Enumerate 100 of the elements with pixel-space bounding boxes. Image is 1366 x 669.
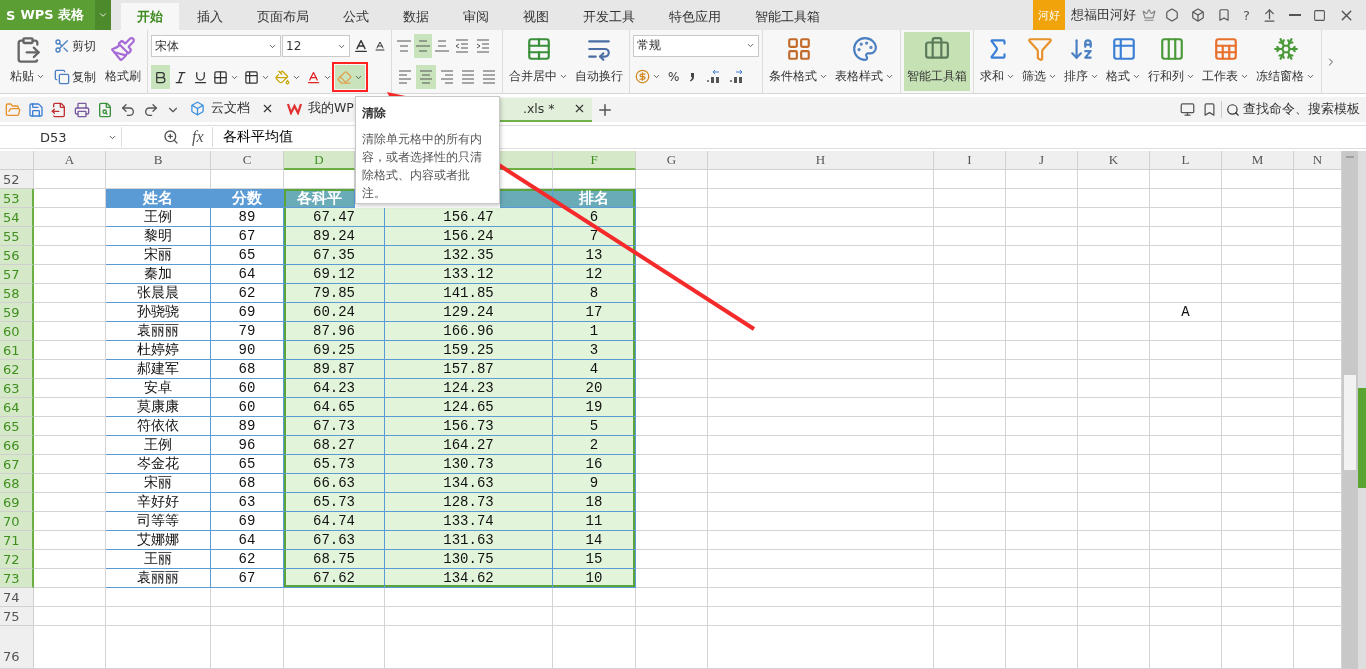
minimize-icon	[1289, 14, 1301, 16]
menu-tab[interactable]: 数据	[387, 3, 445, 30]
user-name[interactable]: 想福田河好	[1071, 6, 1137, 24]
font-size-field[interactable]: 12	[282, 35, 350, 57]
table-cell: 79.85	[284, 284, 385, 303]
name-box[interactable]: D53	[0, 127, 122, 147]
ribbon-button[interactable]: 排序	[1061, 32, 1102, 91]
number-format-field[interactable]: 常规	[633, 34, 759, 57]
menu-tab[interactable]: 开始	[121, 3, 179, 30]
menu-tab[interactable]: 公式	[327, 3, 385, 30]
folder-icon	[5, 101, 21, 118]
ribbon-button[interactable]: 筛选	[1019, 32, 1060, 91]
column-header[interactable]: B	[106, 151, 211, 170]
command-search[interactable]: 查找命令、搜索模板	[1221, 101, 1364, 118]
table-cell: 157.87	[385, 360, 553, 379]
ribbon-button[interactable]: 合并居中	[506, 32, 571, 91]
row-number[interactable]: 76	[0, 626, 34, 669]
column-header[interactable]: J	[1006, 151, 1078, 170]
ribbon-button[interactable]: 条件格式	[766, 32, 831, 91]
undo-icon	[120, 101, 136, 118]
column-header[interactable]: K	[1078, 151, 1150, 170]
caret-icon	[36, 72, 45, 81]
italic-icon	[173, 69, 188, 85]
row-number[interactable]: 52	[0, 170, 34, 189]
column-header[interactable]: N	[1294, 151, 1342, 170]
minimize-button[interactable]	[1286, 14, 1304, 16]
align-lines-icon	[481, 69, 497, 85]
cut-button[interactable]: 剪切	[52, 34, 98, 58]
column-header[interactable]: G	[636, 151, 708, 170]
menu-tab[interactable]: 开发工具	[567, 3, 651, 30]
sheet-icon	[1212, 36, 1239, 62]
document-tab[interactable]: 云文档	[184, 97, 280, 122]
row-number[interactable]: 74	[0, 588, 34, 607]
ribbon-button[interactable]: 行和列	[1145, 32, 1198, 91]
column-header[interactable]: M	[1222, 151, 1294, 170]
table-cell: 秦加	[106, 265, 211, 284]
table-cell: 12	[553, 265, 636, 284]
menu-tab[interactable]: 审阅	[447, 3, 505, 30]
function-label[interactable]: fx	[192, 128, 204, 146]
ribbon-button[interactable]: 冻结窗格	[1253, 32, 1318, 91]
table-cell: 130.75	[385, 550, 553, 569]
copy-button[interactable]: 复制	[52, 65, 98, 89]
table-cell: 68	[211, 474, 284, 493]
ribbon-button[interactable]: 求和	[977, 32, 1018, 91]
table-cell: 60	[211, 379, 284, 398]
align-lines-icon	[416, 40, 430, 52]
menu-tab[interactable]: 智能工具箱	[739, 3, 836, 30]
ribbon-button[interactable]: 自动换行	[572, 32, 626, 91]
upload-icon	[1262, 7, 1277, 23]
column-header[interactable]: I	[934, 151, 1006, 170]
caret-icon	[1132, 72, 1141, 81]
menu-tab[interactable]: 特色应用	[653, 3, 737, 30]
table-cell: 60	[211, 398, 284, 417]
percent-button[interactable]: %	[666, 64, 682, 89]
menu-tab[interactable]: 插入	[181, 3, 239, 30]
column-header[interactable]: L	[1150, 151, 1222, 170]
table-cell: 90	[211, 341, 284, 360]
scrollbar-thumb[interactable]	[1344, 375, 1356, 470]
account-badge: 河好	[1033, 0, 1066, 30]
column-header[interactable]: C	[211, 151, 284, 170]
table-cell: 王例	[106, 436, 211, 455]
table-cell: 18	[553, 493, 636, 512]
column-header[interactable]: A	[34, 151, 106, 170]
table-cell: 87.96	[284, 322, 385, 341]
table-cell: 89	[211, 417, 284, 436]
table-cell: 各科平	[284, 189, 355, 208]
table-cell: 60.24	[284, 303, 385, 322]
ribbon-button[interactable]: 智能工具箱	[904, 32, 970, 91]
table-cell: 袁丽丽	[106, 569, 211, 588]
ribbon-button[interactable]: 工作表	[1199, 32, 1252, 91]
briefcase-icon	[924, 36, 950, 62]
ribbon-button[interactable]: 表格样式	[832, 32, 897, 91]
ribbon-button[interactable]: 格式	[1103, 32, 1144, 91]
table-cell: 124.65	[385, 398, 553, 417]
table-cell: 69	[211, 512, 284, 531]
side-panel-handle[interactable]	[1358, 388, 1366, 488]
table-cell: 79	[211, 322, 284, 341]
menu-tab[interactable]: 视图	[507, 3, 565, 30]
align-lines-icon	[418, 69, 434, 85]
magnifier-icon	[163, 129, 179, 145]
coins-icon	[635, 69, 650, 84]
scissors-icon	[54, 38, 70, 54]
menu-tab[interactable]: 页面布局	[241, 3, 325, 30]
vertical-scrollbar[interactable]	[1342, 151, 1358, 669]
table-cell: 11	[553, 512, 636, 531]
font-name-field[interactable]: 宋体	[151, 35, 281, 57]
paste-button[interactable]: 粘贴	[7, 32, 48, 91]
sort-icon	[1068, 36, 1095, 62]
column-header[interactable]	[500, 151, 553, 170]
formula-field[interactable]: 各科平均值	[211, 127, 340, 147]
table-cell: 9	[553, 474, 636, 493]
table-cell: 156.73	[385, 417, 553, 436]
column-header[interactable]: H	[708, 151, 934, 170]
table-cell: 67	[211, 569, 284, 588]
bookmark-icon	[1217, 8, 1232, 22]
bold-button[interactable]	[151, 65, 170, 89]
format-painter-button[interactable]: 格式刷	[102, 32, 144, 91]
help-button[interactable]: ?	[1240, 7, 1253, 23]
flag-icon	[1202, 102, 1217, 117]
row-number[interactable]: 75	[0, 607, 34, 626]
